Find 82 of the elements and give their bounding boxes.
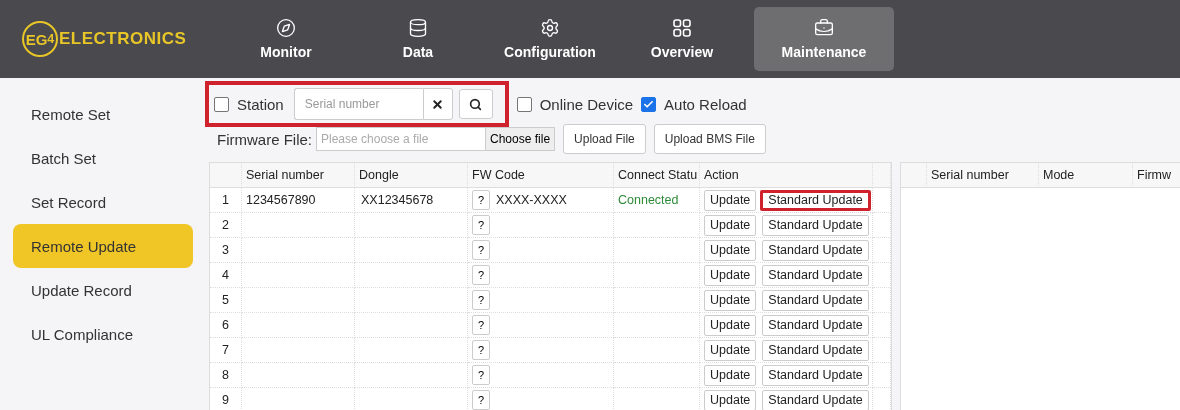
- clear-button[interactable]: [422, 88, 453, 120]
- help-button[interactable]: ?: [472, 190, 490, 210]
- update-button[interactable]: Update: [704, 364, 757, 386]
- sidebar-item[interactable]: Set Record: [13, 180, 193, 224]
- update-button[interactable]: Standard Update: [762, 264, 869, 286]
- help-button[interactable]: ?: [472, 290, 490, 310]
- help-button[interactable]: ?: [472, 265, 490, 285]
- sidebar-item[interactable]: Update Record: [13, 268, 193, 312]
- row-number: 9: [210, 388, 242, 410]
- row-number: 1: [210, 188, 242, 213]
- nav-tab[interactable]: Data: [358, 7, 478, 71]
- firmware-label: Firmware File:: [217, 130, 312, 148]
- update-button[interactable]: Update: [704, 289, 757, 311]
- logo-text: ELECTRONICS: [59, 29, 187, 49]
- help-button[interactable]: ?: [472, 365, 490, 385]
- update-button[interactable]: Standard Update: [760, 189, 871, 211]
- fw-code: XXXX-XXXX: [496, 193, 567, 207]
- search-field[interactable]: Serial number: [293, 88, 423, 120]
- update-button[interactable]: Standard Update: [762, 339, 869, 361]
- column-header: Dongle: [355, 163, 468, 188]
- row-number: 8: [210, 363, 242, 388]
- update-button[interactable]: Update: [704, 264, 757, 286]
- update-button[interactable]: Update: [704, 214, 757, 236]
- table-cell: 1234567890: [242, 188, 355, 213]
- database-icon: [408, 18, 428, 38]
- row-number: 4: [210, 263, 242, 288]
- grid-icon: [672, 18, 692, 38]
- nav-tab[interactable]: Overview: [622, 7, 742, 71]
- help-button[interactable]: ?: [472, 340, 490, 360]
- nav-tab[interactable]: Configuration: [490, 7, 610, 71]
- briefcase-icon: [814, 18, 834, 38]
- update-button[interactable]: Standard Update: [762, 389, 869, 410]
- update-button[interactable]: Standard Update: [762, 239, 869, 261]
- sidebar-item[interactable]: Batch Set: [13, 136, 193, 180]
- update-button[interactable]: Standard Update: [762, 314, 869, 336]
- column-header: Connect Statu: [614, 163, 700, 188]
- search-button[interactable]: [458, 89, 493, 119]
- update-button[interactable]: Update: [704, 339, 757, 361]
- online-device-label: Online Device: [539, 95, 634, 113]
- auto-reload-label: Auto Reload: [664, 95, 747, 113]
- update-button[interactable]: Standard Update: [762, 289, 869, 311]
- column-header: Serial number: [927, 163, 1039, 188]
- help-button[interactable]: ?: [472, 215, 490, 235]
- update-button[interactable]: Update: [704, 389, 757, 410]
- update-button[interactable]: Standard Update: [762, 364, 869, 386]
- update-button[interactable]: Update: [704, 314, 757, 336]
- sidebar-item[interactable]: Remote Update: [13, 224, 193, 268]
- station-label: Station: [237, 95, 284, 113]
- row-number: 6: [210, 313, 242, 338]
- settings-icon: [540, 18, 560, 38]
- choose-file-button[interactable]: Choose file: [485, 127, 556, 151]
- file-field[interactable]: Please choose a file: [316, 127, 485, 151]
- column-header: Mode: [1039, 163, 1133, 188]
- update-button[interactable]: Standard Update: [762, 214, 869, 236]
- column-header: Firmw: [1133, 163, 1180, 188]
- row-number: 3: [210, 238, 242, 263]
- row-number: 2: [210, 213, 242, 238]
- checkbox[interactable]: [641, 96, 657, 112]
- nav-tab[interactable]: Maintenance: [754, 7, 894, 71]
- sidebar-item[interactable]: Remote Set: [13, 92, 193, 136]
- upload-button[interactable]: Upload BMS File: [653, 124, 766, 154]
- column-header: FW Code: [468, 163, 614, 188]
- compass-icon: [276, 18, 296, 38]
- help-button[interactable]: ?: [472, 390, 490, 410]
- table-cell: XX12345678: [355, 188, 468, 213]
- sidebar-item[interactable]: UL Compliance: [13, 312, 193, 356]
- nav-tab[interactable]: Monitor: [226, 7, 346, 71]
- update-button[interactable]: Update: [704, 239, 757, 261]
- connection-status: Connected: [618, 193, 679, 207]
- search-icon: [469, 97, 483, 111]
- check-icon: [643, 98, 655, 110]
- checkbox[interactable]: [214, 96, 229, 112]
- column-header: Action: [700, 163, 873, 188]
- help-button[interactable]: ?: [472, 315, 490, 335]
- close-icon: [431, 97, 445, 111]
- checkbox[interactable]: [516, 96, 532, 112]
- row-number: 5: [210, 288, 242, 313]
- column-header: Serial number: [242, 163, 355, 188]
- upload-button[interactable]: Upload File: [563, 124, 646, 154]
- update-button[interactable]: Update: [704, 189, 757, 211]
- row-number: 7: [210, 338, 242, 363]
- help-button[interactable]: ?: [472, 240, 490, 260]
